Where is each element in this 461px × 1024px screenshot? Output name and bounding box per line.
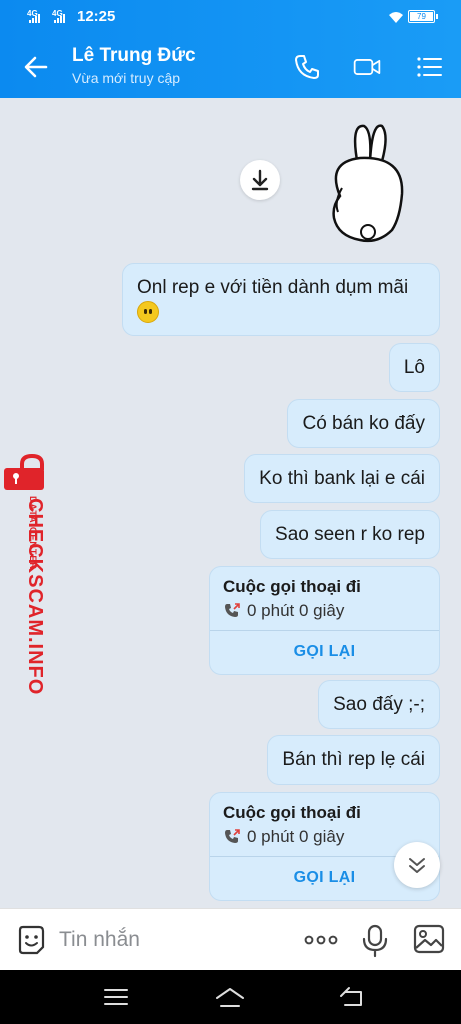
more-options-icon[interactable] [303,930,339,950]
message-text: Lô [403,357,425,378]
sticker-emoji-icon[interactable] [15,924,47,956]
call-divider [210,630,439,631]
contact-status: Vừa mới truy cập [72,70,181,86]
signal-icon [54,14,65,23]
signal-icon [29,14,40,23]
download-icon[interactable] [240,160,280,200]
wifi-icon [389,12,403,23]
microphone-icon[interactable] [361,924,389,958]
message-bubble[interactable]: Có bán ko đấy [287,399,440,448]
call-title: Cuộc gọi thoại đi [223,577,361,596]
message-bubble[interactable]: Lô [388,343,440,392]
chat-header: Lê Trung Đức Vừa mới truy cập [0,36,461,98]
battery-icon: 79 [408,10,438,23]
contact-name[interactable]: Lê Trung Đức [72,45,196,67]
call-duration: 0 phút 0 giây [223,827,344,847]
message-bubble[interactable]: Sao seen r ko rep [260,510,440,559]
message-bubble[interactable]: Ko thì bank lại e cái [244,454,440,503]
message-text: Ko thì bank lại e cái [259,468,425,489]
system-nav-bar [0,970,461,1024]
bunny-sticker-icon[interactable] [320,122,410,246]
chat-area[interactable]: Onl rep e với tiền dành dụm mãi Lô Có bá… [0,98,461,908]
message-text: Bán thì rep lẹ cái [282,749,425,770]
back-arrow-icon[interactable] [22,53,50,81]
home-icon[interactable] [215,984,245,1010]
padlock-icon [4,453,44,490]
message-bubble[interactable]: Onl rep e với tiền dành dụm mãi [122,263,440,336]
phone-icon[interactable] [292,52,322,82]
message-input-bar: Tin nhắn [0,908,461,970]
outgoing-call-icon [225,829,240,843]
scroll-down-icon[interactable] [394,842,440,888]
menu-list-icon[interactable] [414,52,444,82]
voice-call-card[interactable]: Cuộc gọi thoại đi 0 phút 0 giây GỌI LẠI [209,566,440,675]
call-duration: 0 phút 0 giây [223,601,344,621]
message-text: Sao seen r ko rep [275,524,425,545]
message-input[interactable]: Tin nhắn [59,928,140,952]
emoji-neutral-face-icon [137,300,159,323]
message-bubble[interactable]: Bán thì rep lẹ cái [267,735,440,785]
call-duration-text: 0 phút 0 giây [247,827,345,846]
recent-apps-icon[interactable] [101,984,131,1010]
call-duration-text: 0 phút 0 giây [247,601,345,620]
checkscam-watermark: CHECKSCAM.INFO DATA CENTER [2,452,50,695]
back-nav-icon[interactable] [337,984,367,1010]
call-title: Cuộc gọi thoại đi [223,803,361,822]
message-text: Onl rep e với tiền dành dụm mãi [137,277,409,298]
outgoing-call-icon [225,603,240,617]
clock: 12:25 [77,8,116,25]
message-text: Sao đấy ;-; [333,694,425,715]
status-bar: 4G 4G 12:25 79 [0,0,461,36]
watermark-sub-text: DATA CENTER [28,496,38,570]
message-text: Có bán ko đấy [302,413,425,434]
image-gallery-icon[interactable] [413,924,445,954]
call-back-button[interactable]: GỌI LẠI [210,643,439,661]
battery-level: 79 [410,12,433,21]
message-bubble[interactable]: Sao đấy ;-; [318,680,440,729]
video-call-icon[interactable] [352,52,382,82]
